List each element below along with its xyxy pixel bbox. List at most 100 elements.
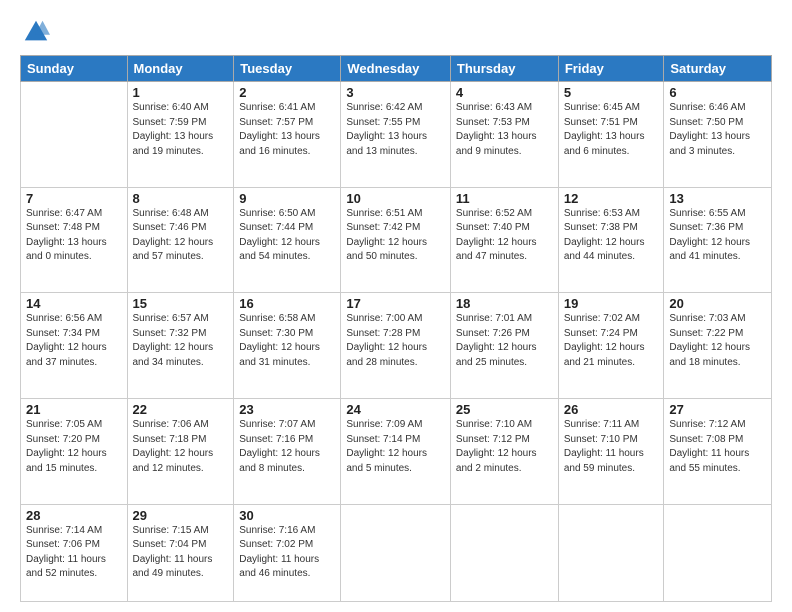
calendar-table: SundayMondayTuesdayWednesdayThursdayFrid…: [20, 55, 772, 602]
day-info: Sunrise: 6:58 AMSunset: 7:30 PMDaylight:…: [239, 312, 335, 370]
day-info: Sunrise: 6:42 AMSunset: 7:55 PMDaylight:…: [346, 101, 445, 159]
calendar-cell: [664, 504, 772, 601]
day-info: Sunrise: 6:52 AMSunset: 7:40 PMDaylight:…: [456, 207, 553, 265]
day-number: 29: [133, 508, 229, 523]
day-header-sunday: Sunday: [21, 56, 128, 82]
calendar-cell: 21Sunrise: 7:05 AMSunset: 7:20 PMDayligh…: [21, 399, 128, 505]
day-info: Sunrise: 6:46 AMSunset: 7:50 PMDaylight:…: [669, 101, 766, 159]
day-info: Sunrise: 7:14 AMSunset: 7:06 PMDaylight:…: [26, 524, 122, 582]
day-header-thursday: Thursday: [450, 56, 558, 82]
day-info: Sunrise: 6:53 AMSunset: 7:38 PMDaylight:…: [564, 207, 659, 265]
day-number: 9: [239, 191, 335, 206]
calendar-cell: 6Sunrise: 6:46 AMSunset: 7:50 PMDaylight…: [664, 82, 772, 188]
calendar-cell: 27Sunrise: 7:12 AMSunset: 7:08 PMDayligh…: [664, 399, 772, 505]
logo-icon: [22, 18, 50, 46]
calendar-week-4: 28Sunrise: 7:14 AMSunset: 7:06 PMDayligh…: [21, 504, 772, 601]
calendar-cell: 15Sunrise: 6:57 AMSunset: 7:32 PMDayligh…: [127, 293, 234, 399]
calendar-cell: 3Sunrise: 6:42 AMSunset: 7:55 PMDaylight…: [341, 82, 451, 188]
day-number: 27: [669, 402, 766, 417]
calendar-cell: 26Sunrise: 7:11 AMSunset: 7:10 PMDayligh…: [558, 399, 664, 505]
day-info: Sunrise: 7:15 AMSunset: 7:04 PMDaylight:…: [133, 524, 229, 582]
day-header-saturday: Saturday: [664, 56, 772, 82]
day-header-monday: Monday: [127, 56, 234, 82]
calendar-week-1: 7Sunrise: 6:47 AMSunset: 7:48 PMDaylight…: [21, 187, 772, 293]
calendar-cell: 17Sunrise: 7:00 AMSunset: 7:28 PMDayligh…: [341, 293, 451, 399]
calendar-cell: 12Sunrise: 6:53 AMSunset: 7:38 PMDayligh…: [558, 187, 664, 293]
day-info: Sunrise: 7:10 AMSunset: 7:12 PMDaylight:…: [456, 418, 553, 476]
day-info: Sunrise: 6:43 AMSunset: 7:53 PMDaylight:…: [456, 101, 553, 159]
day-info: Sunrise: 6:56 AMSunset: 7:34 PMDaylight:…: [26, 312, 122, 370]
day-number: 7: [26, 191, 122, 206]
day-info: Sunrise: 6:57 AMSunset: 7:32 PMDaylight:…: [133, 312, 229, 370]
day-info: Sunrise: 7:00 AMSunset: 7:28 PMDaylight:…: [346, 312, 445, 370]
calendar-cell: 25Sunrise: 7:10 AMSunset: 7:12 PMDayligh…: [450, 399, 558, 505]
calendar-week-0: 1Sunrise: 6:40 AMSunset: 7:59 PMDaylight…: [21, 82, 772, 188]
day-number: 22: [133, 402, 229, 417]
day-number: 20: [669, 296, 766, 311]
day-info: Sunrise: 6:50 AMSunset: 7:44 PMDaylight:…: [239, 207, 335, 265]
day-number: 10: [346, 191, 445, 206]
day-number: 17: [346, 296, 445, 311]
day-info: Sunrise: 7:16 AMSunset: 7:02 PMDaylight:…: [239, 524, 335, 582]
day-info: Sunrise: 7:02 AMSunset: 7:24 PMDaylight:…: [564, 312, 659, 370]
calendar-cell: [450, 504, 558, 601]
calendar-week-3: 21Sunrise: 7:05 AMSunset: 7:20 PMDayligh…: [21, 399, 772, 505]
day-number: 23: [239, 402, 335, 417]
day-number: 21: [26, 402, 122, 417]
day-number: 18: [456, 296, 553, 311]
day-number: 26: [564, 402, 659, 417]
calendar-cell: 8Sunrise: 6:48 AMSunset: 7:46 PMDaylight…: [127, 187, 234, 293]
calendar-cell: 24Sunrise: 7:09 AMSunset: 7:14 PMDayligh…: [341, 399, 451, 505]
day-header-wednesday: Wednesday: [341, 56, 451, 82]
calendar-cell: 18Sunrise: 7:01 AMSunset: 7:26 PMDayligh…: [450, 293, 558, 399]
header: [20, 18, 772, 47]
calendar-cell: 19Sunrise: 7:02 AMSunset: 7:24 PMDayligh…: [558, 293, 664, 399]
day-info: Sunrise: 7:09 AMSunset: 7:14 PMDaylight:…: [346, 418, 445, 476]
day-number: 28: [26, 508, 122, 523]
page: SundayMondayTuesdayWednesdayThursdayFrid…: [0, 0, 792, 612]
calendar-cell: 1Sunrise: 6:40 AMSunset: 7:59 PMDaylight…: [127, 82, 234, 188]
calendar-cell: 10Sunrise: 6:51 AMSunset: 7:42 PMDayligh…: [341, 187, 451, 293]
calendar-cell: 16Sunrise: 6:58 AMSunset: 7:30 PMDayligh…: [234, 293, 341, 399]
day-number: 11: [456, 191, 553, 206]
day-info: Sunrise: 7:06 AMSunset: 7:18 PMDaylight:…: [133, 418, 229, 476]
logo: [20, 18, 50, 47]
day-number: 12: [564, 191, 659, 206]
day-info: Sunrise: 6:45 AMSunset: 7:51 PMDaylight:…: [564, 101, 659, 159]
day-number: 6: [669, 85, 766, 100]
day-info: Sunrise: 7:03 AMSunset: 7:22 PMDaylight:…: [669, 312, 766, 370]
day-number: 30: [239, 508, 335, 523]
calendar-cell: 20Sunrise: 7:03 AMSunset: 7:22 PMDayligh…: [664, 293, 772, 399]
calendar-header-row: SundayMondayTuesdayWednesdayThursdayFrid…: [21, 56, 772, 82]
calendar-cell: 22Sunrise: 7:06 AMSunset: 7:18 PMDayligh…: [127, 399, 234, 505]
day-number: 25: [456, 402, 553, 417]
calendar-week-2: 14Sunrise: 6:56 AMSunset: 7:34 PMDayligh…: [21, 293, 772, 399]
day-info: Sunrise: 6:48 AMSunset: 7:46 PMDaylight:…: [133, 207, 229, 265]
calendar-cell: 2Sunrise: 6:41 AMSunset: 7:57 PMDaylight…: [234, 82, 341, 188]
day-number: 16: [239, 296, 335, 311]
calendar-cell: 13Sunrise: 6:55 AMSunset: 7:36 PMDayligh…: [664, 187, 772, 293]
day-number: 5: [564, 85, 659, 100]
day-info: Sunrise: 7:12 AMSunset: 7:08 PMDaylight:…: [669, 418, 766, 476]
calendar-cell: [341, 504, 451, 601]
calendar-cell: 11Sunrise: 6:52 AMSunset: 7:40 PMDayligh…: [450, 187, 558, 293]
day-header-tuesday: Tuesday: [234, 56, 341, 82]
calendar-cell: [558, 504, 664, 601]
day-info: Sunrise: 6:55 AMSunset: 7:36 PMDaylight:…: [669, 207, 766, 265]
day-info: Sunrise: 6:47 AMSunset: 7:48 PMDaylight:…: [26, 207, 122, 265]
calendar-cell: 28Sunrise: 7:14 AMSunset: 7:06 PMDayligh…: [21, 504, 128, 601]
day-info: Sunrise: 6:40 AMSunset: 7:59 PMDaylight:…: [133, 101, 229, 159]
day-number: 4: [456, 85, 553, 100]
day-number: 19: [564, 296, 659, 311]
day-number: 8: [133, 191, 229, 206]
day-number: 15: [133, 296, 229, 311]
day-number: 3: [346, 85, 445, 100]
calendar-cell: 4Sunrise: 6:43 AMSunset: 7:53 PMDaylight…: [450, 82, 558, 188]
day-number: 24: [346, 402, 445, 417]
calendar-cell: 30Sunrise: 7:16 AMSunset: 7:02 PMDayligh…: [234, 504, 341, 601]
calendar-cell: 23Sunrise: 7:07 AMSunset: 7:16 PMDayligh…: [234, 399, 341, 505]
day-info: Sunrise: 7:01 AMSunset: 7:26 PMDaylight:…: [456, 312, 553, 370]
day-number: 1: [133, 85, 229, 100]
day-info: Sunrise: 6:41 AMSunset: 7:57 PMDaylight:…: [239, 101, 335, 159]
day-info: Sunrise: 7:05 AMSunset: 7:20 PMDaylight:…: [26, 418, 122, 476]
